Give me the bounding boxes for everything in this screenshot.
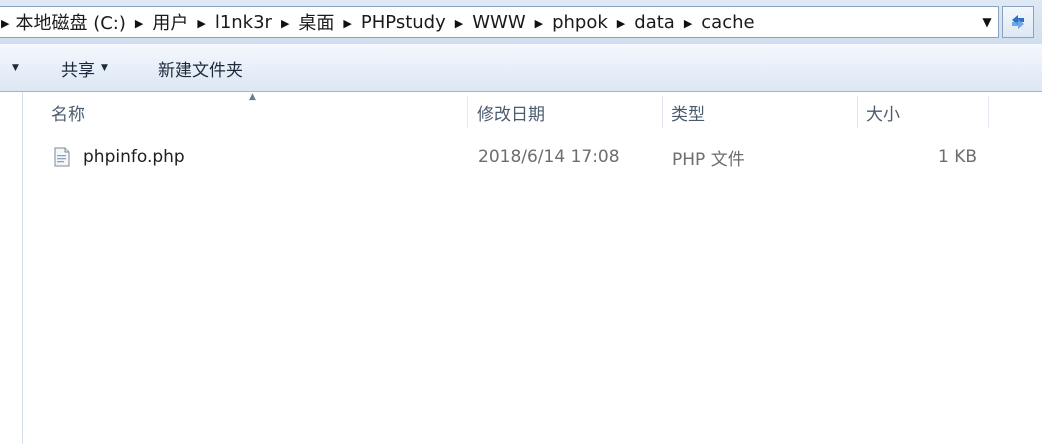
- breadcrumb-arrow-icon[interactable]: ▶: [281, 17, 289, 30]
- share-button-label: 共享: [61, 60, 95, 81]
- file-type: PHP 文件: [672, 149, 745, 170]
- breadcrumb-arrow-icon[interactable]: ▶: [343, 17, 351, 30]
- column-divider[interactable]: [467, 96, 468, 128]
- share-button[interactable]: 共享 ▼: [61, 44, 108, 92]
- chevron-down-icon: ▼: [982, 15, 992, 29]
- breadcrumb-item-users[interactable]: 用户: [152, 7, 188, 37]
- column-header-size-label: 大小: [866, 104, 900, 125]
- column-header-size[interactable]: 大小: [866, 92, 986, 132]
- refresh-button[interactable]: [1002, 6, 1034, 38]
- new-folder-button-label: 新建文件夹: [158, 60, 243, 81]
- explorer-window: ▶ 本地磁盘 (C:) ▶ 用户 ▶ l1nk3r ▶ 桌面 ▶ PHPstud…: [0, 0, 1042, 444]
- column-header-row: ▲ 名称 修改日期 类型 大小: [23, 92, 1042, 132]
- caret-down-icon: ▼: [12, 63, 19, 73]
- column-header-modified-label: 修改日期: [477, 104, 545, 125]
- address-bar[interactable]: ▶ 本地磁盘 (C:) ▶ 用户 ▶ l1nk3r ▶ 桌面 ▶ PHPstud…: [0, 6, 999, 38]
- address-bar-row: ▶ 本地磁盘 (C:) ▶ 用户 ▶ l1nk3r ▶ 桌面 ▶ PHPstud…: [0, 0, 1042, 44]
- breadcrumb-item-drive[interactable]: 本地磁盘 (C:): [15, 7, 125, 37]
- file-name[interactable]: phpinfo.php: [83, 140, 185, 174]
- column-header-type-label: 类型: [671, 104, 705, 125]
- php-file-icon: [54, 147, 70, 167]
- breadcrumb-item-desktop[interactable]: 桌面: [298, 7, 334, 37]
- breadcrumb-arrow-icon[interactable]: ▶: [535, 17, 543, 30]
- breadcrumb: ▶ 本地磁盘 (C:) ▶ 用户 ▶ l1nk3r ▶ 桌面 ▶ PHPstud…: [0, 7, 755, 37]
- breadcrumb-item-user[interactable]: l1nk3r: [215, 7, 272, 37]
- file-list-pane[interactable]: ▲ 名称 修改日期 类型 大小 phpinfo.php 2018/6/14 17…: [0, 92, 1042, 444]
- file-size: 1 KB: [937, 147, 977, 167]
- breadcrumb-item-data[interactable]: data: [634, 7, 675, 37]
- breadcrumb-item-phpstudy[interactable]: PHPstudy: [361, 7, 446, 37]
- column-header-name-label: 名称: [51, 104, 85, 125]
- column-divider[interactable]: [857, 96, 858, 128]
- column-divider[interactable]: [662, 96, 663, 128]
- caret-down-icon: ▼: [101, 63, 108, 73]
- breadcrumb-arrow-icon[interactable]: ▶: [197, 17, 205, 30]
- breadcrumb-item-phpok[interactable]: phpok: [552, 7, 608, 37]
- breadcrumb-root-arrow-icon[interactable]: ▶: [1, 17, 9, 30]
- refresh-icon: [1012, 15, 1024, 29]
- address-history-dropdown[interactable]: ▼: [976, 7, 998, 37]
- command-toolbar: ▼ 共享 ▼ 新建文件夹: [0, 44, 1042, 92]
- breadcrumb-item-www[interactable]: WWW: [472, 7, 525, 37]
- breadcrumb-arrow-icon[interactable]: ▶: [455, 17, 463, 30]
- breadcrumb-arrow-icon[interactable]: ▶: [684, 17, 692, 30]
- organize-dropdown[interactable]: ▼: [6, 44, 19, 92]
- breadcrumb-arrow-icon[interactable]: ▶: [135, 17, 143, 30]
- column-header-modified[interactable]: 修改日期: [477, 92, 663, 132]
- breadcrumb-arrow-icon[interactable]: ▶: [617, 17, 625, 30]
- file-row[interactable]: phpinfo.php 2018/6/14 17:08 PHP 文件 1 KB: [23, 140, 1042, 174]
- breadcrumb-item-cache[interactable]: cache: [701, 7, 754, 37]
- column-divider[interactable]: [988, 96, 989, 128]
- new-folder-button[interactable]: 新建文件夹: [158, 44, 243, 92]
- column-header-name[interactable]: 名称: [51, 92, 467, 132]
- column-header-type[interactable]: 类型: [671, 92, 857, 132]
- file-modified-date: 2018/6/14 17:08: [478, 147, 620, 167]
